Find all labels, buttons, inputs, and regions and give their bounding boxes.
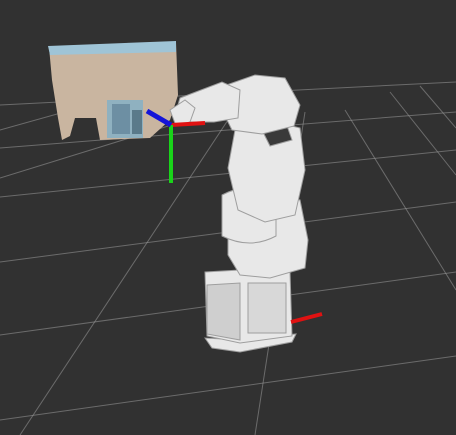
x-axis-ee: [170, 121, 206, 127]
render-scene[interactable]: [0, 0, 456, 435]
robot-base-panel: [247, 282, 287, 334]
3d-viewport[interactable]: #313131: [0, 0, 456, 435]
robot-arm-model[interactable]: [169, 74, 309, 353]
x-axis-base: [290, 312, 323, 324]
tf-base-axes: [290, 312, 323, 324]
robot-base-shadow: [206, 282, 241, 341]
point-cloud: [48, 41, 178, 140]
cloud-object: [112, 104, 130, 134]
